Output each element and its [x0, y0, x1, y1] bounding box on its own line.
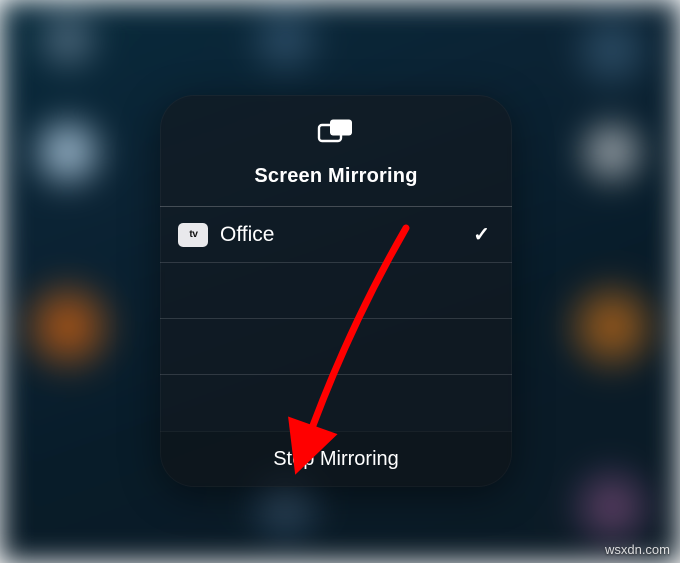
stop-mirroring-label: Stop Mirroring	[273, 448, 399, 471]
apple-tv-icon: tv	[178, 223, 208, 247]
stop-mirroring-button[interactable]: Stop Mirroring	[160, 431, 512, 487]
empty-row	[160, 263, 512, 319]
device-row-office[interactable]: tv Office ✓	[160, 207, 512, 263]
panel-title: Screen Mirroring	[254, 165, 417, 188]
empty-row	[160, 375, 512, 431]
panel-header: Screen Mirroring	[160, 95, 512, 207]
device-name-label: Office	[220, 223, 473, 247]
device-list: tv Office ✓	[160, 207, 512, 431]
watermark-text: wsxdn.com	[605, 542, 670, 557]
screen-mirroring-icon	[316, 117, 356, 152]
screen-mirroring-panel: Screen Mirroring tv Office ✓ Stop Mirror…	[160, 95, 512, 487]
empty-row	[160, 319, 512, 375]
checkmark-icon: ✓	[473, 222, 490, 247]
